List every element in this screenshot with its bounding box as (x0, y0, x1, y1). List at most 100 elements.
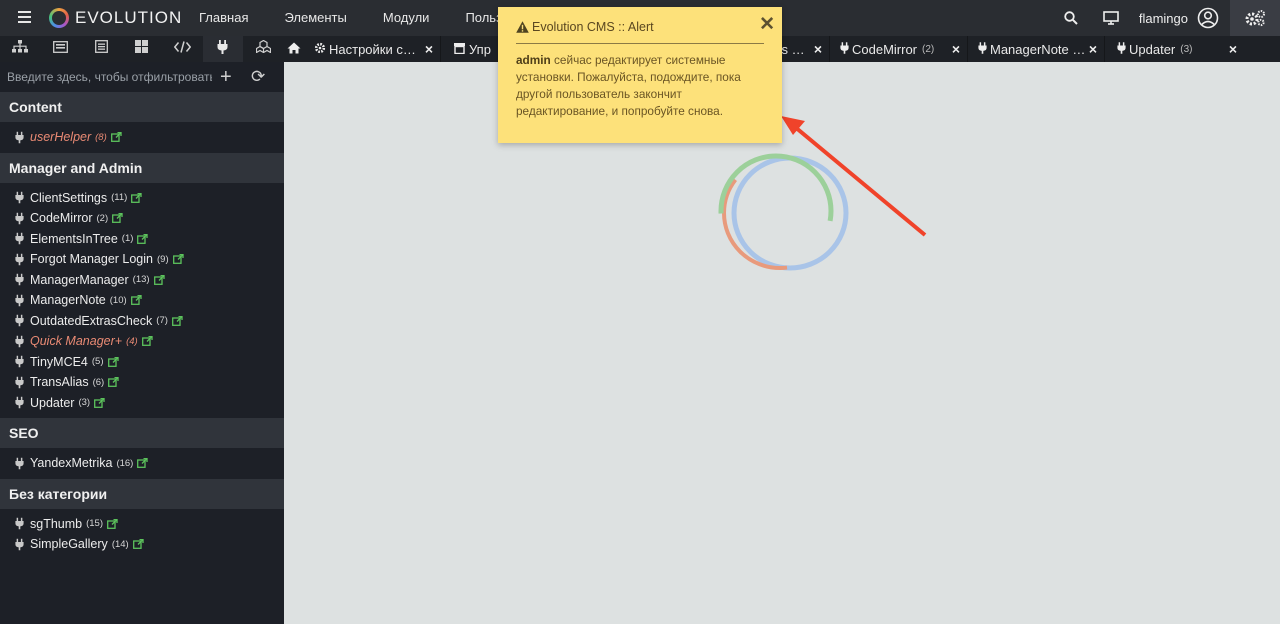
tab-codemirror[interactable]: CodeMirror (2) × (830, 36, 968, 62)
tree-tab-list[interactable] (81, 36, 122, 62)
close-icon[interactable]: × (952, 41, 960, 57)
tab-home[interactable] (284, 36, 304, 62)
gear-icon (314, 42, 326, 57)
external-link-icon[interactable] (141, 336, 153, 347)
main-nav: Главная Элементы Модули Пользова (181, 0, 541, 36)
plugin-item[interactable]: Quick Manager+ (4) (0, 331, 284, 352)
plugin-id: (2) (96, 212, 109, 224)
filter-row: + ⟳ (0, 62, 284, 92)
close-icon[interactable]: × (425, 41, 433, 57)
plug-icon (14, 294, 24, 307)
nav-modules[interactable]: Модули (365, 0, 448, 36)
plugin-name: sgThumb (30, 516, 83, 531)
plugin-id: (1) (121, 233, 134, 245)
add-icon[interactable]: + (220, 66, 232, 89)
external-link-icon[interactable] (172, 254, 184, 265)
plugin-item[interactable]: Updater (3) (0, 393, 284, 414)
tab-updater[interactable]: Updater (3) × (1105, 36, 1244, 62)
external-link-icon[interactable] (107, 518, 118, 529)
filter-input[interactable] (7, 70, 212, 84)
plug-icon (840, 41, 849, 57)
plugin-item[interactable]: sgThumb (15) (0, 514, 284, 535)
list-icon (94, 40, 108, 58)
close-icon[interactable]: ✕ (759, 15, 775, 35)
external-link-icon[interactable] (94, 397, 105, 408)
external-link-icon[interactable] (107, 356, 119, 367)
grid-icon (135, 40, 149, 58)
plug-icon (978, 41, 987, 57)
modules-icon (255, 39, 271, 58)
plugin-name: ManagerManager (30, 272, 129, 287)
tree-tab-templates[interactable] (41, 36, 82, 62)
tree-tab-plugins[interactable] (202, 36, 243, 62)
plug-icon (14, 538, 24, 551)
close-icon[interactable]: × (814, 41, 822, 57)
user-avatar-icon[interactable] (1194, 0, 1222, 36)
tab-count: (3) (1180, 43, 1193, 55)
plugin-item[interactable]: ElementsInTree (1) (0, 229, 284, 250)
external-link-icon[interactable] (131, 192, 142, 203)
settings-gear-icon[interactable] (1230, 0, 1280, 36)
plug-icon (14, 131, 24, 144)
tab-label: Упр (469, 41, 491, 57)
plugin-item[interactable]: SimpleGallery (14) (0, 534, 284, 555)
tree-tab-grid[interactable] (122, 36, 163, 62)
external-link-icon[interactable] (130, 295, 142, 306)
plug-icon (14, 191, 24, 204)
plugin-id: (11) (111, 192, 128, 204)
plugin-item[interactable]: ManagerManager (13) (0, 270, 284, 291)
tree-tab-snippets[interactable] (162, 36, 203, 62)
external-link-icon[interactable] (153, 274, 165, 285)
tab-managernote[interactable]: ManagerNote … × (968, 36, 1105, 62)
tree-tab-sitemap[interactable] (0, 36, 41, 62)
plugin-name: ElementsInTree (30, 231, 118, 246)
plugin-name: Updater (30, 395, 75, 410)
search-icon[interactable] (1051, 0, 1091, 36)
plugin-item[interactable]: userHelper (8) (0, 127, 284, 148)
plugin-item[interactable]: TinyMCE4 (5) (0, 352, 284, 373)
plugin-item[interactable]: YandexMetrika (16) (0, 453, 284, 474)
external-link-icon[interactable] (137, 458, 149, 469)
external-link-icon[interactable] (132, 539, 144, 550)
monitor-icon[interactable] (1091, 0, 1131, 36)
category-header[interactable]: SEO (0, 418, 284, 448)
plugin-name: Forgot Manager Login (30, 252, 153, 267)
plugin-item[interactable]: TransAlias (6) (0, 372, 284, 393)
plugin-id: (16) (116, 457, 134, 469)
plug-icon (14, 355, 24, 368)
category-header[interactable]: Content (0, 92, 284, 122)
category-header[interactable]: Без категории (0, 478, 284, 509)
plugin-item[interactable]: Forgot Manager Login (9) (0, 249, 284, 270)
doc-icon (454, 42, 465, 57)
plugin-item[interactable]: CodeMirror (2) (0, 208, 284, 229)
plug-icon (14, 517, 24, 530)
plug-icon (14, 457, 24, 470)
category-header[interactable]: Manager and Admin (0, 152, 284, 183)
nav-elements[interactable]: Элементы (266, 0, 364, 36)
tab-system-settings[interactable]: Настройки с… × (304, 36, 441, 62)
plugin-id: (6) (92, 376, 105, 388)
alert-header: Evolution CMS :: Alert (516, 20, 764, 44)
nav-home[interactable]: Главная (181, 0, 266, 36)
close-icon[interactable]: × (1229, 41, 1237, 57)
refresh-icon[interactable]: ⟳ (251, 67, 265, 87)
plugin-id: (14) (111, 538, 129, 550)
menu-icon[interactable] (18, 11, 31, 23)
tree-tab-modules[interactable] (243, 36, 284, 62)
plugin-name: ClientSettings (30, 190, 108, 205)
plug-icon (1117, 41, 1126, 57)
external-link-icon[interactable] (171, 315, 183, 326)
brand-name: EVOLUTION (75, 8, 183, 27)
external-link-icon[interactable] (108, 377, 119, 388)
external-link-icon[interactable] (112, 213, 123, 224)
plug-icon (14, 232, 24, 245)
external-link-icon[interactable] (110, 132, 122, 143)
plugin-item[interactable]: ManagerNote (10) (0, 290, 284, 311)
plugin-item[interactable]: ClientSettings (11) (0, 188, 284, 209)
username[interactable]: flamingo (1139, 11, 1188, 26)
plugin-item[interactable]: OutdatedExtrasCheck (7) (0, 311, 284, 332)
category-list: Content userHelper (8) Manager and Admin Cli… (0, 92, 284, 560)
external-link-icon[interactable] (137, 233, 149, 244)
close-icon[interactable]: × (1089, 41, 1097, 57)
tab-label: Updater (1129, 41, 1176, 57)
